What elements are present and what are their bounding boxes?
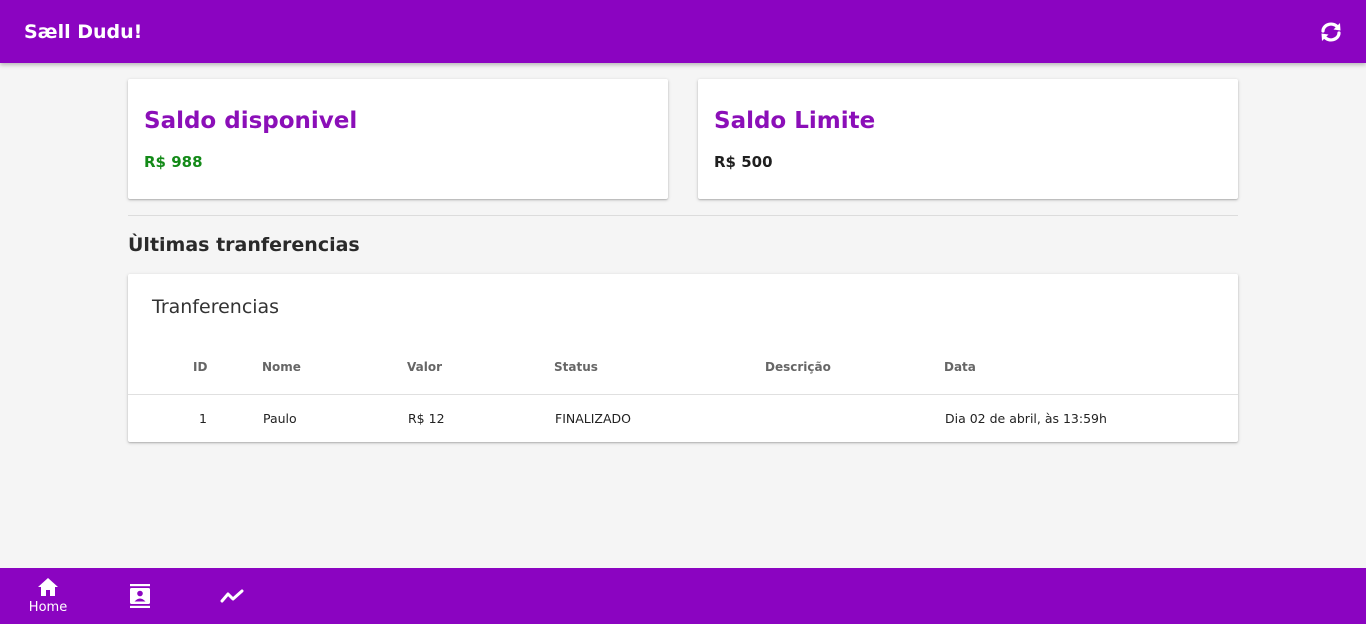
row-divider (128, 394, 1238, 395)
home-icon (38, 578, 58, 596)
cell-valor: R$ 12 (408, 411, 445, 426)
nav-activity[interactable] (210, 568, 254, 624)
column-header-data[interactable]: Data (944, 360, 976, 374)
cell-status: FINALIZADO (555, 411, 632, 426)
available-balance-value: R$ 988 (144, 153, 203, 171)
bottom-navigation: Home (0, 568, 1366, 624)
nav-home[interactable]: Home (18, 568, 78, 624)
limit-balance-title: Saldo Limite (714, 108, 876, 134)
limit-balance-value: R$ 500 (714, 153, 773, 171)
nav-contacts[interactable] (118, 568, 162, 624)
cell-data: Dia 02 de abril, às 13:59h (945, 411, 1107, 426)
column-header-id[interactable]: ID (193, 360, 207, 374)
column-header-descricao[interactable]: Descrição (765, 360, 831, 374)
section-title: Ùltimas tranferencias (128, 234, 360, 256)
divider (128, 215, 1238, 216)
nav-home-label: Home (28, 600, 68, 615)
refresh-button[interactable] (1318, 19, 1344, 45)
app-title: Sæll Dudu! (24, 20, 143, 43)
refresh-icon (1321, 22, 1341, 41)
column-header-status[interactable]: Status (554, 360, 598, 374)
cell-nome: Paulo (263, 411, 297, 426)
top-app-bar: Sæll Dudu! (0, 0, 1366, 63)
available-balance-title: Saldo disponivel (144, 108, 358, 134)
cell-id: 1 (199, 411, 207, 426)
column-header-valor[interactable]: Valor (407, 360, 442, 374)
trending-icon (220, 589, 244, 603)
column-header-nome[interactable]: Nome (262, 360, 301, 374)
table-title: Tranferencias (152, 296, 280, 318)
available-balance-card: Saldo disponivel R$ 988 (128, 79, 668, 199)
transfers-table-card: Tranferencias ID Nome Valor Status Descr… (128, 274, 1238, 442)
contacts-icon (130, 584, 150, 608)
limit-balance-card: Saldo Limite R$ 500 (698, 79, 1238, 199)
